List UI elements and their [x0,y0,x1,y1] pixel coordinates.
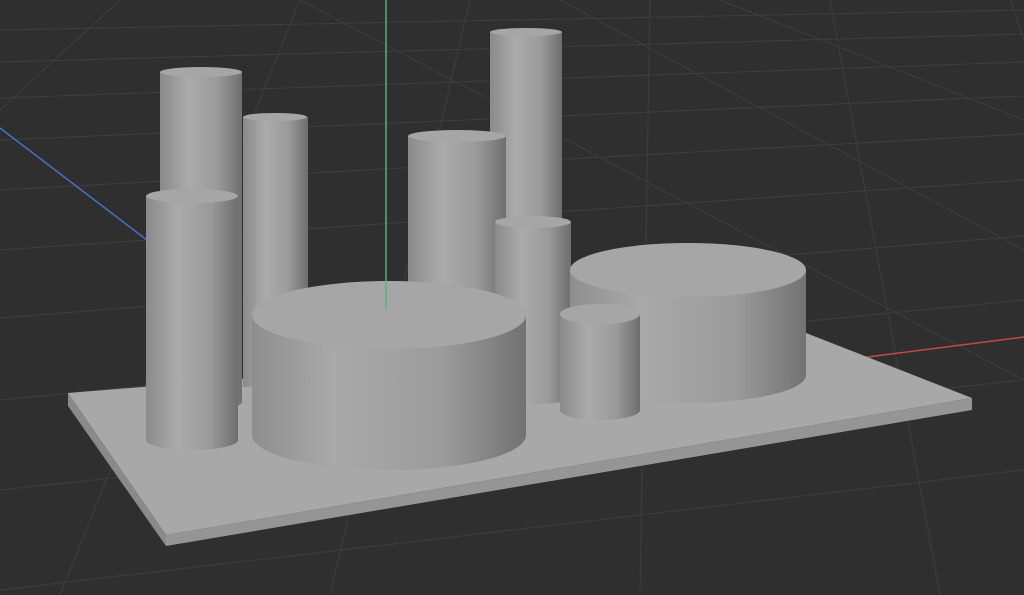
cylinder-small-front[interactable] [560,304,640,420]
cylinder-front-left[interactable] [146,189,238,450]
3d-viewport[interactable] [0,0,1024,595]
x-axis-line [859,336,1024,359]
viewport-canvas[interactable] [0,0,1024,595]
cylinder-large-front[interactable] [252,281,526,470]
